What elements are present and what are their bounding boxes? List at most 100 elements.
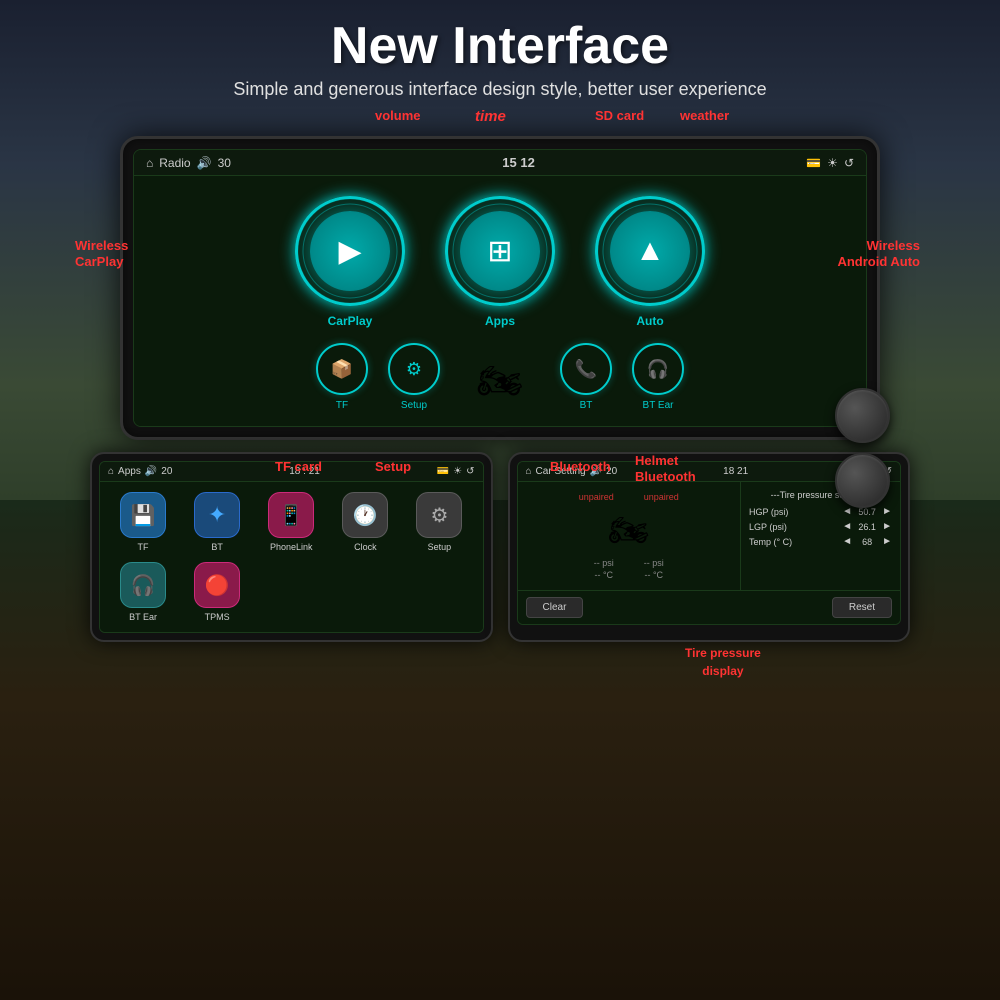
app-bt[interactable]: ✦ BT [184, 492, 250, 552]
lgp-dec[interactable]: ◄ [842, 521, 852, 532]
app-bt-label: BT [211, 542, 223, 552]
bt-label: BT [580, 400, 593, 411]
car-home-icon[interactable]: ⌂ [526, 466, 532, 477]
front-sensor: unpaired [579, 492, 614, 502]
auto-circle[interactable]: ▲ [595, 196, 705, 306]
topbar-time: 15 12 [502, 155, 535, 170]
rear-status: unpaired [644, 492, 679, 502]
label-tf-card: TF card [275, 459, 322, 475]
apps-vol: 20 [161, 466, 172, 477]
topbar-right: 💳 ☀ ↺ [806, 156, 854, 170]
radio-label: Radio [159, 156, 190, 170]
app-tf-icon[interactable]: 💾 [120, 492, 166, 538]
car-action-buttons: Clear Reset [518, 590, 901, 624]
rear-psi-val: -- psi [644, 558, 664, 568]
carplay-circle[interactable]: ▶ [295, 196, 405, 306]
setup-label: Setup [401, 400, 427, 411]
bt-ear-button[interactable]: 🎧 BT Ear [632, 343, 684, 411]
lgp-label: LGP (psi) [749, 522, 842, 532]
bottom-screens: ⌂ Apps 🔊 20 18 : 21 💳 ☀ ↺ [90, 452, 910, 642]
app-setup-label: Setup [428, 542, 452, 552]
label-wireless-android: WirelessAndroid Auto [837, 238, 920, 269]
front-temp-val: -- °C [594, 570, 613, 580]
label-helmet-bluetooth: HelmetBluetooth [635, 453, 696, 484]
clear-button[interactable]: Clear [526, 597, 584, 618]
temp-val: 68 [852, 537, 882, 547]
temp-inc[interactable]: ► [882, 536, 892, 547]
app-phonelink-label: PhoneLink [270, 542, 313, 552]
tf-label: TF [336, 400, 348, 411]
back-icon[interactable]: ↺ [844, 156, 854, 170]
tire-pressure-text: Tire pressuredisplay [685, 646, 761, 678]
header: New Interface Simple and generous interf… [213, 0, 786, 108]
app-bt-icon[interactable]: ✦ [194, 492, 240, 538]
tire-pressure-label: Tire pressuredisplay [685, 644, 761, 680]
main-device: ⌂ Radio 🔊 30 15 12 💳 ☀ ↺ [120, 136, 880, 440]
apps-button[interactable]: ⊞ Apps [445, 196, 555, 328]
topbar-left: ⌂ Radio 🔊 30 [146, 156, 231, 170]
knob-right[interactable] [835, 453, 890, 508]
carplay-button[interactable]: ▶ CarPlay [295, 196, 405, 328]
app-clock-icon[interactable]: 🕐 [342, 492, 388, 538]
apps-back-icon[interactable]: ↺ [466, 466, 474, 477]
apps-device: ⌂ Apps 🔊 20 18 : 21 💳 ☀ ↺ [90, 452, 493, 642]
temp-row: Temp (° C) ◄ 68 ► [749, 536, 892, 547]
app-clock-label: Clock [354, 542, 377, 552]
app-bt-ear-icon[interactable]: 🎧 [120, 562, 166, 608]
small-buttons-row: 📦 TF ⚙ Setup 🏍 📞 BT 🎧 [134, 338, 866, 426]
bt-ear-icon[interactable]: 🎧 [632, 343, 684, 395]
label-bluetooth: Bluetooth [550, 459, 611, 475]
front-psi: -- psi -- °C [594, 558, 614, 580]
app-tf[interactable]: 💾 TF [110, 492, 176, 552]
label-weather: weather [680, 108, 729, 124]
apps-grid-row1: 💾 TF ✦ BT 📱 PhoneLink 🕐 [100, 482, 483, 562]
brightness-icon[interactable]: ☀ [827, 156, 838, 170]
app-setup[interactable]: ⚙ Setup [406, 492, 472, 552]
motorcycle-icon: 🏍 [460, 351, 540, 411]
apps-bright-icon[interactable]: ☀ [453, 466, 462, 477]
home-icon[interactable]: ⌂ [146, 156, 153, 170]
app-bt-ear[interactable]: 🎧 BT Ear [110, 562, 176, 622]
hgp-label: HGP (psi) [749, 507, 842, 517]
app-setup-icon[interactable]: ⚙ [416, 492, 462, 538]
app-phonelink[interactable]: 📱 PhoneLink [258, 492, 324, 552]
lgp-inc[interactable]: ► [882, 521, 892, 532]
page-title: New Interface [233, 18, 766, 75]
app-clock[interactable]: 🕐 Clock [332, 492, 398, 552]
bt-icon[interactable]: 📞 [560, 343, 612, 395]
apps-topbar-left: ⌂ Apps 🔊 20 [108, 466, 172, 477]
lgp-row: LGP (psi) ◄ 26.1 ► [749, 521, 892, 532]
tf-icon[interactable]: 📦 [316, 343, 368, 395]
car-topbar-time: 18 21 [723, 466, 748, 477]
setup-icon[interactable]: ⚙ [388, 343, 440, 395]
tf-button[interactable]: 📦 TF [316, 343, 368, 411]
apps-circle[interactable]: ⊞ [445, 196, 555, 306]
sd-card-icon: 💳 [806, 156, 821, 170]
label-time: time [475, 108, 506, 126]
moto-center: 🏍 [460, 351, 540, 411]
apps-sd-icon: 💳 [437, 466, 449, 477]
main-screen: ⌂ Radio 🔊 30 15 12 💳 ☀ ↺ [133, 149, 867, 427]
main-topbar: ⌂ Radio 🔊 30 15 12 💳 ☀ ↺ [134, 150, 866, 176]
hgp-val: 50.7 [852, 507, 882, 517]
front-psi-val: -- psi [594, 558, 614, 568]
sensor-area: unpaired unpaired 🏍 -- psi -- °C [518, 482, 741, 590]
car-moto-icon: 🏍 [608, 511, 649, 549]
setup-button[interactable]: ⚙ Setup [388, 343, 440, 411]
lgp-val: 26.1 [852, 522, 882, 532]
knobs-area [835, 388, 890, 508]
front-status: unpaired [579, 492, 614, 502]
reset-button[interactable]: Reset [832, 597, 892, 618]
apps-home-icon[interactable]: ⌂ [108, 466, 114, 477]
apps-vol-icon: 🔊 [145, 466, 157, 477]
bt-button[interactable]: 📞 BT [560, 343, 612, 411]
app-tpms-icon[interactable]: 🔴 [194, 562, 240, 608]
auto-button[interactable]: ▲ Auto [595, 196, 705, 328]
carplay-label: CarPlay [328, 314, 373, 328]
temp-dec[interactable]: ◄ [842, 536, 852, 547]
app-tpms[interactable]: 🔴 TPMS [184, 562, 250, 622]
apps-screen: ⌂ Apps 🔊 20 18 : 21 💳 ☀ ↺ [99, 461, 484, 633]
apps-title: Apps [118, 466, 141, 477]
knob-left[interactable] [835, 388, 890, 443]
app-phonelink-icon[interactable]: 📱 [268, 492, 314, 538]
